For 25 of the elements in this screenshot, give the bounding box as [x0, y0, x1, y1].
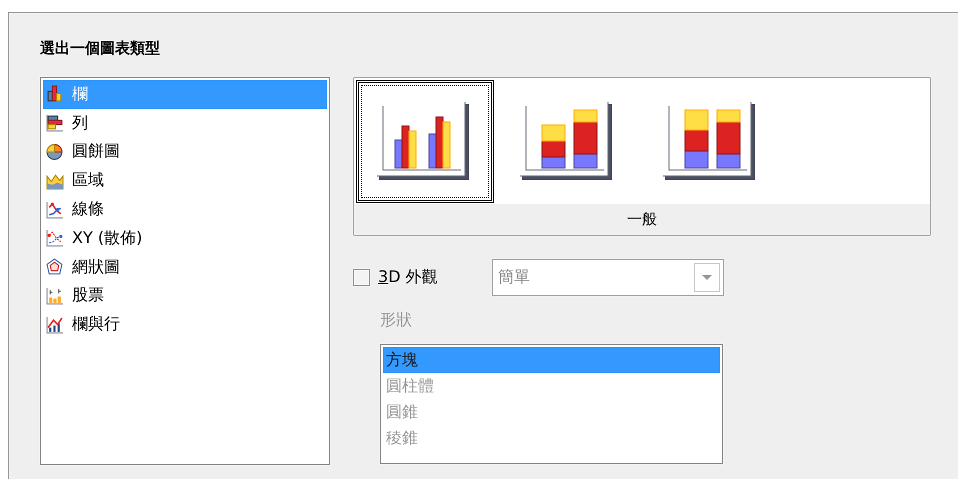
net-chart-icon [46, 258, 64, 276]
area-chart-icon [46, 172, 64, 190]
checkbox-label[interactable]: 3D 外觀 [378, 266, 492, 288]
variant-caption: 一般 [354, 204, 930, 235]
chart-type-item[interactable]: 區域 [43, 166, 327, 196]
pie-chart-icon [46, 142, 64, 161]
chart-variant-thumbnail[interactable] [356, 80, 494, 203]
chart-type-item[interactable]: 股票 [43, 282, 327, 310]
checkbox[interactable] [353, 268, 370, 286]
chart-type-item[interactable]: 欄與行 [43, 310, 327, 340]
line-chart-icon [46, 200, 64, 219]
chart-type-item[interactable]: 網狀圖 [43, 252, 327, 282]
chart-type-item[interactable]: XY (散佈) [43, 224, 327, 253]
dropdown-value: 簡單 [498, 266, 530, 288]
section-title: 選出一個圖表類型 [40, 39, 161, 59]
stock-chart-icon [46, 286, 64, 305]
chart-type-item[interactable]: 圓餅圖 [43, 138, 327, 166]
chart-type-item[interactable]: 線條 [43, 195, 327, 224]
bar-chart-icon [46, 114, 64, 132]
column-chart-icon [46, 85, 64, 104]
chart-type-list[interactable]: 欄 列 圓餅圖 區域 線條 XY (散佈) 網狀圖 股票 欄與行 [40, 77, 330, 465]
chart-type-item[interactable]: 列 [43, 108, 327, 138]
xy-chart-icon [46, 229, 64, 248]
shape-label: 形狀 [380, 310, 413, 331]
combo-chart-icon [46, 316, 64, 334]
